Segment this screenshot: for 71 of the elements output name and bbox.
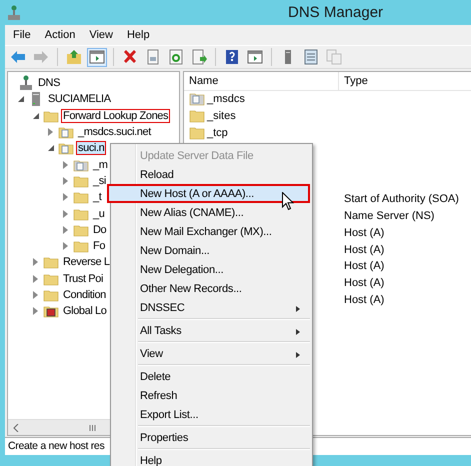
zone-icon xyxy=(189,92,205,106)
tree-item[interactable]: Fo xyxy=(91,239,108,254)
menu-item[interactable]: Action xyxy=(44,29,76,41)
tree-item[interactable]: Do xyxy=(91,222,108,237)
tree-item[interactable]: suci.n xyxy=(76,141,106,156)
menu-item[interactable]: File xyxy=(13,29,31,41)
menu-item[interactable]: New Domain... xyxy=(113,241,310,260)
menu-item[interactable]: Export List... xyxy=(113,405,310,424)
tree-item[interactable]: Global Lo xyxy=(61,304,108,318)
tree-item[interactable]: DNS xyxy=(36,76,62,90)
record-type: Host (A) xyxy=(343,276,384,289)
record-type: Host (A) xyxy=(343,226,384,239)
expand-arrow-icon[interactable] xyxy=(63,226,68,234)
menu-item[interactable]: Reload xyxy=(113,165,310,184)
up-folder-icon[interactable] xyxy=(64,48,84,66)
tree-item[interactable]: Reverse L xyxy=(61,255,112,270)
record-name: _msdcs xyxy=(207,93,245,106)
menu-item[interactable]: DNSSEC xyxy=(113,298,310,317)
expand-arrow-icon[interactable] xyxy=(63,242,68,250)
submenu-arrow-icon xyxy=(296,352,300,358)
menu-item[interactable]: Other New Records... xyxy=(113,279,310,298)
menu-item[interactable]: New Delegation... xyxy=(113,260,310,279)
tree-item[interactable]: SUCIAMELIA xyxy=(46,92,113,106)
expand-arrow-icon[interactable] xyxy=(33,274,38,283)
collapse-arrow-icon[interactable] xyxy=(18,96,24,102)
menu-item[interactable]: Refresh xyxy=(113,386,310,405)
expand-arrow-icon[interactable] xyxy=(63,160,68,169)
menu-item[interactable]: New Alias (CNAME)... xyxy=(113,203,310,222)
folder-icon xyxy=(189,126,205,140)
tree-item[interactable]: _si xyxy=(91,174,108,188)
record-type: Start of Authority (SOA) xyxy=(343,193,459,206)
record-type: Host (A) xyxy=(343,294,384,306)
menu-item[interactable]: Delete xyxy=(113,367,310,386)
menu-item[interactable]: Help xyxy=(126,29,150,41)
menu-item[interactable]: All Tasks xyxy=(113,321,310,340)
window-title: DNS Manager xyxy=(288,4,384,21)
tree-item[interactable]: _t xyxy=(91,190,104,204)
record-type: Host (A) xyxy=(343,244,384,256)
pane-toggle-icon[interactable] xyxy=(87,48,107,66)
column-header[interactable]: Name xyxy=(184,72,339,90)
app-icon xyxy=(8,4,20,20)
menu-item[interactable]: New Mail Exchanger (MX)... xyxy=(113,222,310,241)
submenu-arrow-icon xyxy=(296,306,300,312)
record-name: _sites xyxy=(207,110,236,122)
expand-arrow-icon[interactable] xyxy=(33,307,38,316)
menu-item[interactable]: View xyxy=(113,344,310,363)
expand-arrow-icon[interactable] xyxy=(48,128,53,136)
cursor-icon xyxy=(282,192,294,211)
menu-item[interactable]: New Host (A or AAAA)... xyxy=(107,184,310,203)
action-pane-icon[interactable] xyxy=(245,48,265,66)
record-type: Host (A) xyxy=(343,260,384,272)
scroll-left-icon[interactable] xyxy=(13,424,19,432)
expand-arrow-icon[interactable] xyxy=(33,291,38,299)
scroll-grip-icon xyxy=(89,424,96,430)
expand-arrow-icon[interactable] xyxy=(63,210,68,218)
expand-arrow-icon[interactable] xyxy=(63,193,68,202)
expand-arrow-icon[interactable] xyxy=(63,176,68,185)
expand-arrow-icon[interactable] xyxy=(33,258,38,266)
tree-item[interactable]: Trust Poi xyxy=(61,272,106,286)
menu-item[interactable]: View xyxy=(89,29,113,41)
tree-item[interactable]: Forward Lookup Zones xyxy=(61,108,170,123)
column-header[interactable]: Type xyxy=(339,75,368,87)
tree-item[interactable]: _u xyxy=(91,206,106,221)
tree-item[interactable]: Condition xyxy=(61,288,108,302)
folder-icon xyxy=(189,109,205,124)
submenu-arrow-icon xyxy=(296,329,300,335)
tree-item[interactable]: _msdcs.suci.net xyxy=(76,125,153,140)
record-name: _tcp xyxy=(207,126,228,139)
network-icon xyxy=(18,75,34,92)
tree-item[interactable]: _m xyxy=(91,158,110,172)
record-type: Name Server (NS) xyxy=(343,210,434,222)
